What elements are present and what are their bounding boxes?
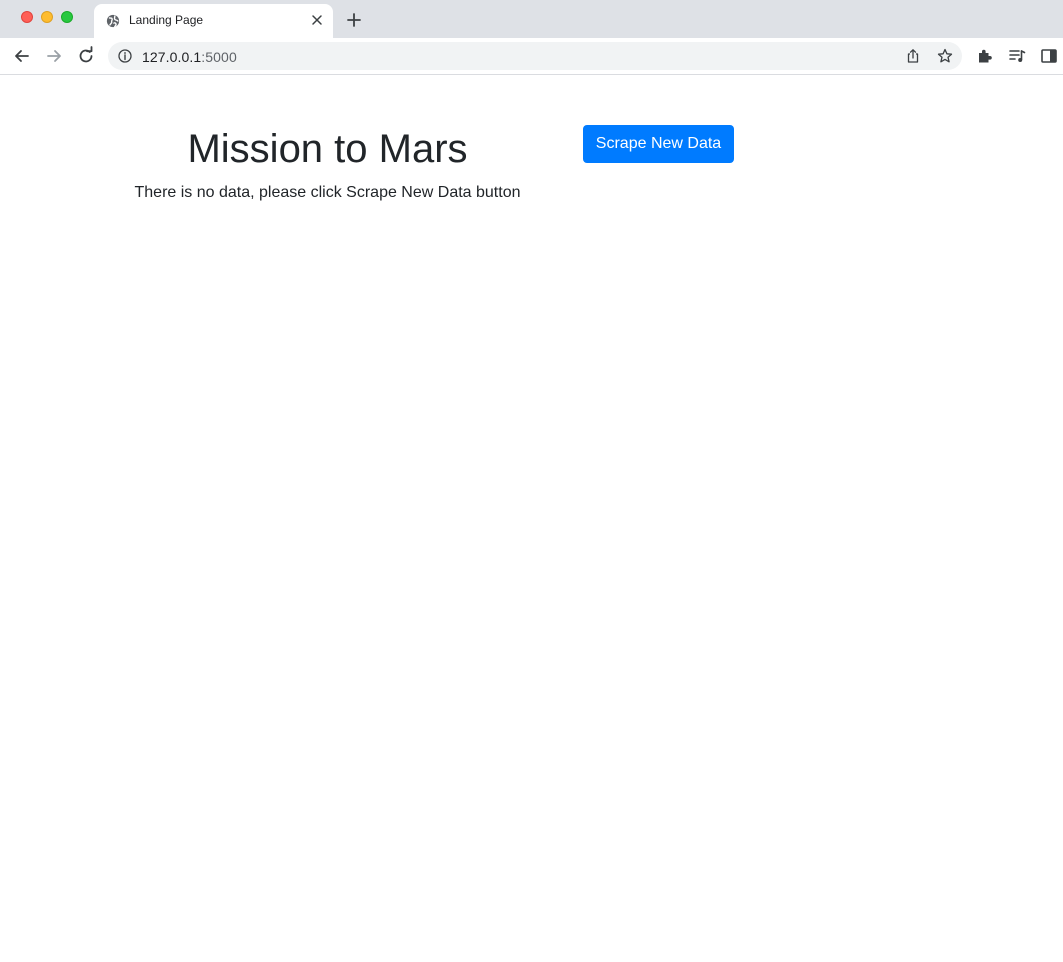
plus-icon[interactable] (345, 11, 363, 29)
url-port: :5000 (201, 49, 237, 65)
empty-state-message: There is no data, please click Scrape Ne… (134, 184, 521, 201)
info-icon[interactable] (118, 49, 132, 63)
globe-icon (106, 14, 120, 28)
reload-icon[interactable] (76, 46, 96, 66)
scrape-new-data-button[interactable]: Scrape New Data (583, 125, 734, 163)
star-icon[interactable] (937, 48, 953, 64)
minimize-window-button[interactable] (41, 11, 53, 23)
tab-strip: Landing Page (0, 0, 1063, 38)
tab-title: Landing Page (129, 13, 204, 27)
puzzle-icon[interactable] (975, 46, 995, 66)
close-window-button[interactable] (21, 11, 33, 23)
share-icon[interactable] (905, 48, 921, 64)
close-icon[interactable] (310, 13, 324, 27)
arrow-right-icon[interactable] (44, 46, 64, 66)
url-host: 127.0.0.1 (142, 49, 202, 65)
address-bar[interactable]: 127.0.0.1:5000 (108, 42, 962, 70)
arrow-left-icon[interactable] (12, 46, 32, 66)
media-controls-icon[interactable] (1007, 46, 1027, 66)
url-text[interactable]: 127.0.0.1:5000 (142, 49, 237, 65)
page-title: Mission to Mars (187, 127, 468, 171)
browser-window: Landing Page 127.0.0.1:5000 Mission to M… (0, 0, 1063, 962)
side-panel-icon[interactable] (1039, 46, 1059, 66)
browser-toolbar: 127.0.0.1:5000 (0, 38, 1063, 75)
page-content: Mission to Mars There is no data, please… (0, 75, 1063, 962)
maximize-window-button[interactable] (61, 11, 73, 23)
browser-tab-active[interactable]: Landing Page (94, 4, 333, 38)
